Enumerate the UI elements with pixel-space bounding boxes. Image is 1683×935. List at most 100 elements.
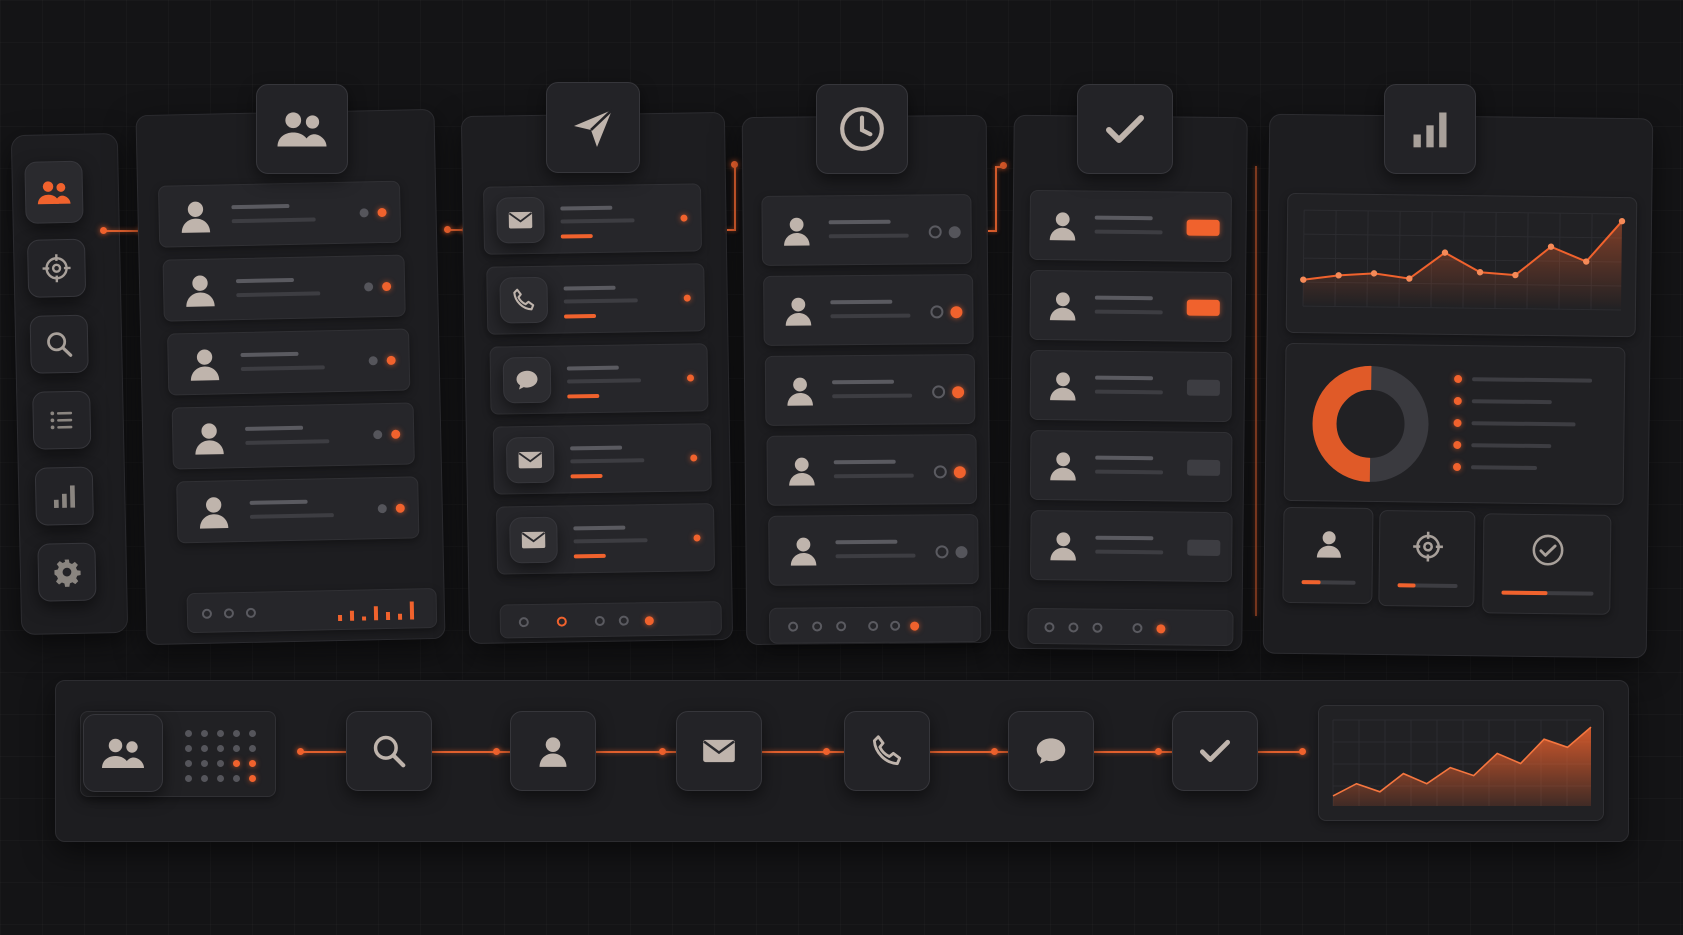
line-chart — [1300, 209, 1626, 311]
check-header-tile[interactable] — [1077, 84, 1173, 174]
connector-line — [734, 165, 736, 231]
workflow-node — [991, 748, 998, 755]
message-row[interactable] — [489, 343, 709, 415]
user-icon — [1045, 527, 1081, 563]
sidebar-item-settings[interactable] — [37, 542, 97, 602]
analytics-header-tile[interactable] — [1384, 84, 1476, 174]
schedule-row[interactable] — [761, 194, 972, 266]
stat-card[interactable] — [1282, 506, 1374, 604]
connector-line — [995, 166, 1003, 168]
message-row[interactable] — [482, 183, 703, 255]
matrix-dot — [249, 730, 256, 737]
schedule-row[interactable] — [763, 274, 974, 346]
clock-icon — [837, 104, 887, 154]
workflow-node — [659, 748, 666, 755]
matrix-dot — [249, 745, 256, 752]
matrix-dot — [249, 760, 256, 767]
status-dot — [373, 430, 383, 440]
workflow-node — [823, 748, 830, 755]
message-type-tile — [502, 356, 552, 404]
workflow-source-card — [80, 711, 276, 797]
status-dot — [382, 281, 392, 292]
contact-row[interactable] — [176, 476, 420, 544]
stat-card[interactable] — [1378, 510, 1476, 608]
schedule-row[interactable] — [764, 354, 976, 426]
legend-item — [1453, 396, 1594, 408]
sidebar-item-analytics[interactable] — [34, 466, 94, 526]
check-icon — [1196, 732, 1234, 770]
workflow-step-mail[interactable] — [676, 711, 762, 791]
matrix-dot — [217, 745, 224, 752]
connector-node — [731, 161, 738, 168]
workflow-users-tile[interactable] — [83, 714, 163, 792]
line-chart-card — [1285, 192, 1638, 338]
status-row[interactable] — [1029, 509, 1233, 583]
check-circle-icon — [1531, 533, 1565, 567]
crosshair-icon — [1411, 529, 1445, 563]
status-dot — [680, 214, 688, 222]
sidebar-item-target[interactable] — [26, 238, 87, 298]
contact-row[interactable] — [167, 328, 411, 396]
status-row[interactable] — [1029, 269, 1233, 343]
matrix-dot — [201, 760, 208, 767]
status-dot — [391, 429, 401, 439]
sidebar-item-list[interactable] — [32, 390, 92, 450]
contacts-header-tile[interactable] — [256, 84, 348, 174]
status-row[interactable] — [1029, 189, 1233, 263]
user-icon — [784, 452, 820, 488]
analytics-panel — [1262, 113, 1654, 659]
matrix-dot — [201, 775, 208, 782]
workflow-step-search[interactable] — [346, 711, 432, 791]
workflow-step-check[interactable] — [1172, 711, 1258, 791]
status-badge — [1187, 459, 1221, 476]
send-header-tile[interactable] — [546, 82, 640, 173]
sidebar-item-search[interactable] — [29, 314, 89, 374]
status-badge — [1186, 299, 1220, 316]
message-row[interactable] — [486, 263, 706, 335]
status-dot — [952, 386, 965, 399]
contacts-column — [135, 108, 446, 646]
sidebar-item-users[interactable] — [24, 160, 84, 224]
matrix-dot — [217, 775, 224, 782]
workflow-step-chat[interactable] — [1008, 711, 1094, 791]
user-icon — [1045, 367, 1081, 403]
status-row[interactable] — [1029, 349, 1233, 423]
status-dot — [377, 504, 387, 514]
status-row[interactable] — [1029, 429, 1233, 503]
bar-chart-icon — [1408, 107, 1452, 151]
stat-card[interactable] — [1482, 513, 1612, 615]
message-row[interactable] — [496, 503, 716, 575]
message-type-tile — [496, 196, 545, 244]
workflow-node — [1155, 748, 1162, 755]
user-icon — [175, 196, 216, 237]
legend-dot — [1452, 462, 1462, 472]
column-footer — [186, 587, 438, 634]
contact-row[interactable] — [157, 180, 402, 248]
message-row[interactable] — [492, 423, 712, 495]
matrix-dot — [233, 760, 240, 767]
chat-icon — [513, 366, 541, 394]
mail-icon — [506, 206, 534, 234]
donut-chart — [1312, 365, 1429, 482]
column-footer — [768, 606, 982, 644]
connector-node — [444, 226, 451, 233]
schedule-column — [741, 114, 992, 646]
matrix-dot — [217, 730, 224, 737]
status-dot — [386, 355, 396, 365]
status-dot — [377, 207, 387, 218]
workflow-step-phone[interactable] — [844, 711, 930, 791]
check-icon — [1101, 105, 1149, 153]
progress-fill — [1501, 590, 1548, 596]
user-icon — [779, 212, 815, 248]
contact-row[interactable] — [171, 402, 415, 470]
users-icon — [99, 735, 147, 771]
workflow-step-user[interactable] — [510, 711, 596, 791]
clock-header-tile[interactable] — [816, 84, 908, 174]
contact-row[interactable] — [162, 254, 406, 322]
schedule-row[interactable] — [768, 514, 979, 586]
status-badge — [1186, 379, 1221, 396]
legend-item — [1454, 374, 1594, 386]
schedule-row[interactable] — [766, 434, 978, 506]
status-dot — [690, 454, 698, 462]
legend-dot — [1453, 440, 1462, 450]
